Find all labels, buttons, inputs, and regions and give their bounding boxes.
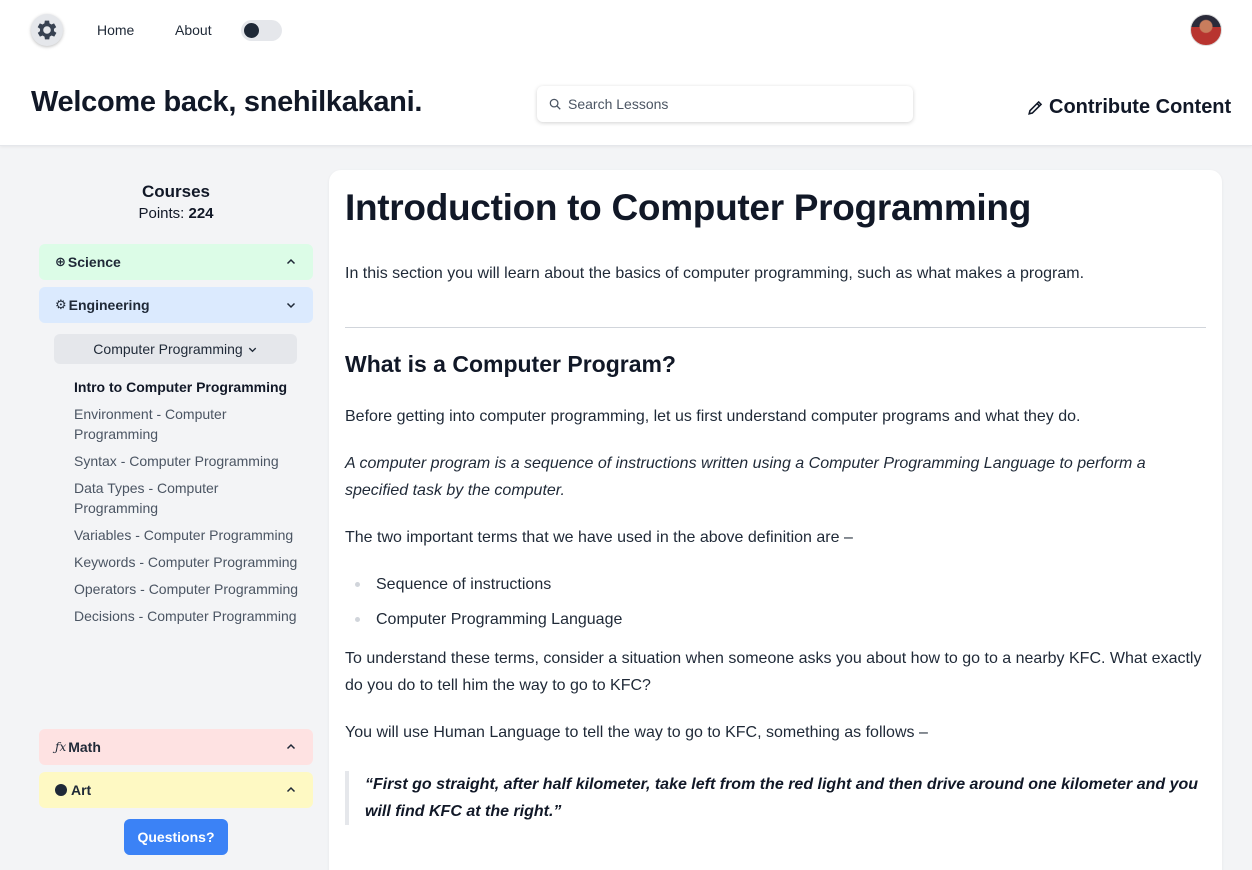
math-function-icon: ƒx <box>55 740 67 754</box>
search-box[interactable] <box>537 86 913 122</box>
section-divider <box>345 327 1206 328</box>
lesson-content-panel: Introduction to Computer Programming In … <box>329 170 1222 870</box>
user-avatar[interactable] <box>1190 14 1222 46</box>
contribute-content-link[interactable]: Contribute Content <box>1026 96 1231 119</box>
subcourse-computer-programming[interactable]: Computer Programming <box>54 334 297 364</box>
chevron-up-icon <box>286 743 296 750</box>
gear-logo-icon[interactable] <box>31 14 63 46</box>
terms-list: Sequence of instructions Computer Progra… <box>345 571 1206 633</box>
search-input[interactable] <box>568 96 888 112</box>
chevron-down-icon <box>286 302 296 309</box>
paragraph: You will use Human Language to tell the … <box>345 724 928 741</box>
bullet-dot <box>355 617 360 622</box>
points-value: 224 <box>188 205 214 222</box>
points-label: Points: <box>138 205 189 222</box>
list-item-text: Computer Programming Language <box>376 611 623 628</box>
nav-home-link[interactable]: Home <box>97 22 134 38</box>
bullet-dot <box>355 582 360 587</box>
search-icon <box>549 98 561 110</box>
palette-icon <box>55 784 67 796</box>
courses-title: Courses <box>141 182 211 201</box>
course-engineering[interactable]: ⚙ Engineering <box>39 287 313 323</box>
paragraph: To understand these terms, consider a si… <box>345 650 1202 694</box>
points-display: Points: 224 <box>39 205 313 222</box>
course-engineering-label: Engineering <box>68 297 150 313</box>
lesson-title: Introduction to Computer Programming <box>345 187 1032 228</box>
lesson-item[interactable]: Keywords - Computer Programming <box>74 552 299 572</box>
courses-sidebar: Courses Points: 224 ⊕ Science ⚙ Engineerin… <box>39 170 313 855</box>
paragraph: Before getting into computer programming… <box>345 408 1081 425</box>
top-navigation-bar: Home About Welcome back, snehilkakani. C… <box>0 0 1252 146</box>
lesson-item[interactable]: Variables - Computer Programming <box>74 525 299 545</box>
theme-toggle[interactable] <box>241 20 282 41</box>
list-item: Computer Programming Language <box>355 606 1206 633</box>
list-item: Sequence of instructions <box>355 571 1206 598</box>
welcome-heading: Welcome back, snehilkakani. <box>31 86 423 118</box>
quote-block: “First go straight, after half kilometer… <box>345 771 1206 825</box>
lesson-intro: In this section you will learn about the… <box>345 265 1085 282</box>
lesson-item[interactable]: Environment - Computer Programming <box>74 404 299 444</box>
course-art[interactable]: Art <box>39 772 313 808</box>
nav-about-link[interactable]: About <box>175 22 212 38</box>
course-math[interactable]: ƒx Math <box>39 729 313 765</box>
course-math-label: Math <box>68 739 101 755</box>
lesson-item[interactable]: Syntax - Computer Programming <box>74 451 299 471</box>
chevron-down-icon <box>248 347 256 352</box>
chevron-up-icon <box>286 258 296 265</box>
questions-button[interactable]: Questions? <box>124 819 228 855</box>
course-art-label: Art <box>71 782 92 798</box>
course-science[interactable]: ⊕ Science <box>39 244 313 280</box>
lesson-list: Intro to Computer Programming Environmen… <box>74 377 299 633</box>
course-science-label: Science <box>67 254 121 270</box>
contribute-label: Contribute Content <box>1049 96 1232 118</box>
engineering-gear-icon: ⚙ <box>55 297 67 312</box>
science-atom-icon: ⊕ <box>55 254 66 269</box>
pencil-icon <box>1028 100 1043 115</box>
paragraph: The two important terms that we have use… <box>345 529 853 546</box>
lesson-item[interactable]: Intro to Computer Programming <box>74 377 299 397</box>
subcourse-label: Computer Programming <box>93 341 243 357</box>
toggle-knob <box>244 23 259 38</box>
section-heading: What is a Computer Program? <box>345 351 676 377</box>
chevron-up-icon <box>286 786 296 793</box>
lesson-item[interactable]: Operators - Computer Programming <box>74 579 299 599</box>
lesson-item[interactable]: Data Types - Computer Programming <box>74 478 299 518</box>
list-item-text: Sequence of instructions <box>376 576 552 593</box>
definition-paragraph: A computer program is a sequence of inst… <box>345 455 1146 499</box>
lesson-item[interactable]: Decisions - Computer Programming <box>74 606 299 626</box>
